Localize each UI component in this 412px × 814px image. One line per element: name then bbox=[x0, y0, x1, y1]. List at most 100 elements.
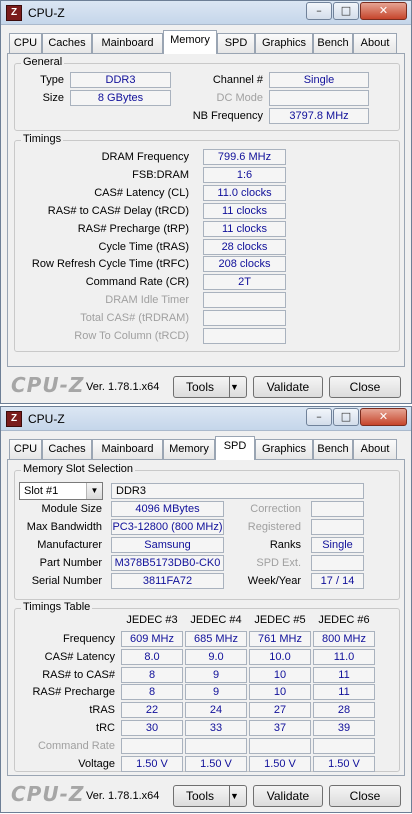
timing-cell: 33 bbox=[185, 720, 247, 736]
validate-button[interactable]: Validate bbox=[253, 785, 323, 807]
correction-value bbox=[311, 501, 364, 517]
timing-cell: 9 bbox=[185, 684, 247, 701]
tab-spd[interactable]: SPD bbox=[217, 33, 255, 53]
dc-mode-label: DC Mode bbox=[216, 92, 263, 104]
timing-cell: 11.0 bbox=[313, 648, 375, 665]
timing-cell: 1.50 V bbox=[185, 755, 247, 772]
nb-frequency-value: 3797.8 MHz bbox=[269, 108, 369, 124]
tab-bench[interactable]: Bench bbox=[313, 33, 353, 53]
cpuz-logo: CPU-Z bbox=[11, 373, 85, 397]
timing-cell bbox=[249, 737, 311, 754]
tab-mainboard[interactable]: Mainboard bbox=[92, 439, 163, 459]
timing-value: 11 clocks bbox=[203, 202, 286, 219]
slot-select[interactable]: Slot #1 ▼ bbox=[19, 482, 103, 500]
timing-label: Row Refresh Cycle Time (tRFC) bbox=[31, 258, 189, 271]
tab-cpu[interactable]: CPU bbox=[9, 33, 42, 53]
timing-cell: 1.50 V bbox=[313, 755, 375, 772]
tab-graphics[interactable]: Graphics bbox=[255, 439, 313, 459]
channel-label: Channel # bbox=[212, 74, 263, 86]
tab-about[interactable]: About bbox=[353, 33, 397, 53]
timing-cell: 8 bbox=[121, 666, 183, 683]
timing-row-label: RAS# to CAS# bbox=[42, 668, 115, 681]
timing-label: Command Rate (CR) bbox=[85, 276, 189, 289]
timing-cell: 10.0 bbox=[249, 648, 311, 665]
timings-group: Timings DRAM Frequency 799.6 MHz FSB:DRAM 1… bbox=[14, 133, 400, 352]
tools-dropdown-arrow-icon[interactable]: ▼ bbox=[229, 786, 246, 806]
close-window-button[interactable]: ✕ bbox=[360, 2, 407, 20]
cpuz-window-memory: Z CPU-Z – □ ✕ CPU Caches Mainboard Memor… bbox=[0, 0, 412, 404]
timing-cell: 609 MHz bbox=[121, 631, 183, 647]
timing-row-label: tRC bbox=[96, 722, 115, 734]
timing-value: 11 clocks bbox=[203, 220, 286, 237]
timing-label: Row To Column (tRCD) bbox=[74, 330, 189, 342]
timing-row-label: Frequency bbox=[63, 633, 115, 645]
timings-table-group-label: Timings Table bbox=[21, 601, 93, 613]
close-window-button[interactable]: ✕ bbox=[360, 408, 407, 426]
max-bandwidth-value: PC3-12800 (800 MHz) bbox=[111, 519, 224, 535]
timing-cell: 761 MHz bbox=[249, 631, 311, 647]
timing-label: DRAM Idle Timer bbox=[105, 294, 189, 307]
tools-button-label: Tools bbox=[186, 380, 215, 394]
tools-button[interactable]: Tools ▼ bbox=[173, 785, 247, 807]
timing-label: RAS# to CAS# Delay (tRCD) bbox=[47, 204, 189, 217]
timing-label: CAS# Latency (CL) bbox=[94, 186, 189, 199]
tab-mainboard[interactable]: Mainboard bbox=[92, 33, 163, 53]
timing-cell: 9 bbox=[185, 666, 247, 683]
tools-button[interactable]: Tools ▼ bbox=[173, 376, 247, 398]
timing-row-label: Command Rate bbox=[37, 739, 115, 752]
timing-cell: 24 bbox=[185, 702, 247, 719]
timing-cell: 22 bbox=[121, 702, 183, 719]
memory-tab-page: General Type DDR3 Size 8 GBytes Channel … bbox=[7, 53, 405, 367]
timing-row-label: tRAS bbox=[89, 704, 115, 717]
jedec-column-header: JEDEC #6 bbox=[318, 614, 370, 626]
timing-row-label: RAS# Precharge bbox=[32, 686, 115, 699]
timing-value bbox=[203, 328, 286, 344]
validate-button[interactable]: Validate bbox=[253, 376, 323, 398]
chevron-down-icon[interactable]: ▼ bbox=[86, 483, 102, 499]
timing-value: 28 clocks bbox=[203, 238, 286, 255]
window-title: CPU-Z bbox=[28, 6, 65, 20]
tab-about[interactable]: About bbox=[353, 439, 397, 459]
timing-cell bbox=[313, 737, 375, 754]
maximize-button[interactable]: □ bbox=[333, 2, 359, 20]
minimize-button[interactable]: – bbox=[306, 2, 332, 20]
tab-memory[interactable]: Memory bbox=[163, 439, 215, 459]
timing-label: DRAM Frequency bbox=[101, 151, 189, 163]
minimize-button[interactable]: – bbox=[306, 408, 332, 426]
ranks-label: Ranks bbox=[269, 539, 301, 551]
general-group: General Type DDR3 Size 8 GBytes Channel … bbox=[14, 56, 400, 131]
timing-value: 1:6 bbox=[203, 166, 286, 183]
close-button[interactable]: Close bbox=[329, 785, 401, 807]
tools-dropdown-arrow-icon[interactable]: ▼ bbox=[229, 377, 246, 397]
timing-cell: 30 bbox=[121, 720, 183, 736]
tab-bench[interactable]: Bench bbox=[313, 439, 353, 459]
cpuz-app-icon: Z bbox=[6, 411, 22, 427]
part-number-value: M378B5173DB0-CK0 bbox=[111, 555, 224, 571]
timing-value: 799.6 MHz bbox=[203, 149, 286, 165]
jedec-column-header: JEDEC #4 bbox=[190, 614, 242, 626]
memory-slot-group-label: Memory Slot Selection bbox=[21, 463, 136, 475]
registered-label: Registered bbox=[247, 521, 301, 533]
size-label: Size bbox=[42, 92, 64, 104]
timing-cell: 1.50 V bbox=[121, 755, 183, 772]
tab-graphics[interactable]: Graphics bbox=[255, 33, 313, 53]
version-text: Ver. 1.78.1.x64 bbox=[86, 381, 160, 393]
dc-mode-value bbox=[269, 90, 369, 106]
close-button[interactable]: Close bbox=[329, 376, 401, 398]
tab-memory[interactable]: Memory bbox=[163, 30, 217, 54]
title-bar[interactable]: Z CPU-Z – □ ✕ bbox=[1, 1, 411, 25]
timing-value bbox=[203, 292, 286, 309]
spd-ext-value bbox=[311, 555, 364, 571]
tab-cpu[interactable]: CPU bbox=[9, 439, 42, 459]
manufacturer-value: Samsung bbox=[111, 537, 224, 553]
timing-cell: 8.0 bbox=[121, 648, 183, 665]
tab-caches[interactable]: Caches bbox=[42, 33, 92, 53]
maximize-button[interactable]: □ bbox=[333, 408, 359, 426]
title-bar[interactable]: Z CPU-Z – □ ✕ bbox=[1, 407, 411, 431]
timing-value: 11.0 clocks bbox=[203, 184, 286, 201]
tab-caches[interactable]: Caches bbox=[42, 439, 92, 459]
type-value: DDR3 bbox=[70, 72, 171, 88]
memory-slot-group: Memory Slot Selection Slot #1 ▼ DDR3 Mod… bbox=[14, 463, 400, 600]
timing-value: 2T bbox=[203, 274, 286, 291]
tab-spd[interactable]: SPD bbox=[215, 436, 255, 460]
